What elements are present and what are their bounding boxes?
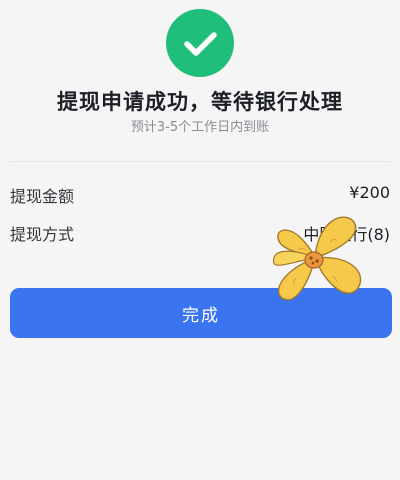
success-check-icon <box>166 9 234 77</box>
flower-sticker-icon <box>268 206 368 312</box>
status-title: 提现申请成功，等待银行处理 <box>57 90 343 114</box>
withdrawal-success-page: 提现申请成功，等待银行处理 预计3-5个工作日内到账 提现金额 ¥200 提现方… <box>0 0 400 480</box>
divider <box>10 161 390 162</box>
amount-row: 提现金额 ¥200 <box>10 183 390 207</box>
method-label: 提现方式 <box>10 225 75 244</box>
amount-label: 提现金额 <box>10 187 75 206</box>
status-subtitle: 预计3-5个工作日内到账 <box>130 120 270 135</box>
amount-value: ¥200 <box>349 183 390 202</box>
